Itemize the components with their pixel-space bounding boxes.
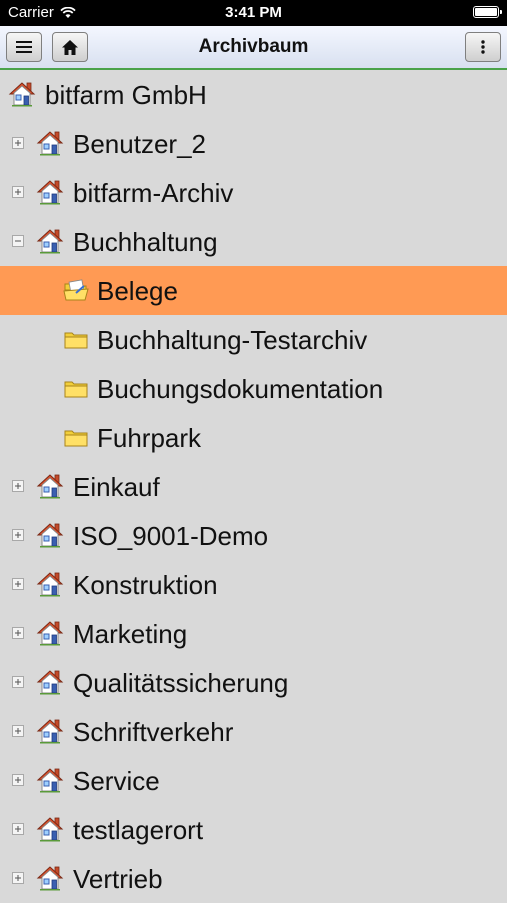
expand-plus-icon[interactable] [12,676,24,688]
house-icon [8,80,36,108]
house-icon [36,766,64,794]
house-icon [36,815,64,843]
tree-item-label: Benutzer_2 [73,129,206,159]
status-bar: Carrier 3:41 PM [0,0,507,26]
navigation-bar: Archivbaum [0,26,507,70]
page-title: Archivbaum [198,36,309,57]
tree-item-label: Qualitätssicherung [73,668,289,698]
tree-item-einkauf[interactable]: Einkauf [0,462,507,511]
house-icon [36,570,64,598]
tree-item-benutzer-2[interactable]: Benutzer_2 [0,119,507,168]
tree-item-belege[interactable]: Belege [0,266,507,315]
archive-tree: bitfarm GmbH Benutzer_2 bitfarm-Archiv B… [0,70,507,903]
tree-item-label: Einkauf [73,472,160,502]
tree-item-label: Buchhaltung-Testarchiv [97,325,368,355]
more-options-button[interactable] [465,32,501,62]
expand-plus-icon[interactable] [12,480,24,492]
house-icon [36,864,64,892]
tree-item-label: Fuhrpark [97,423,202,453]
house-icon [36,178,64,206]
battery-icon [473,6,502,18]
tree-item-buchhaltung-testarchiv[interactable]: Buchhaltung-Testarchiv [0,315,507,364]
tree-item-schriftverkehr[interactable]: Schriftverkehr [0,707,507,756]
tree-item-service[interactable]: Service [0,756,507,805]
tree-item-label: testlagerort [73,815,204,845]
tree-item-label: bitfarm GmbH [45,80,207,110]
expand-plus-icon[interactable] [12,627,24,639]
tree-item-testlagerort[interactable]: testlagerort [0,805,507,854]
expand-plus-icon[interactable] [12,725,24,737]
house-icon [36,521,64,549]
tree-item-label: Schriftverkehr [73,717,234,747]
expand-plus-icon[interactable] [12,137,24,149]
house-icon [36,227,64,255]
expand-plus-icon[interactable] [12,823,24,835]
tree-item-label: ISO_9001-Demo [73,521,269,551]
tree-item-buchhaltung[interactable]: Buchhaltung [0,217,507,266]
more-vertical-icon [481,40,485,54]
house-icon [36,619,64,647]
tree-item-label: Buchungsdokumentation [97,374,384,404]
tree-item-bitfarm-archiv[interactable]: bitfarm-Archiv [0,168,507,217]
tree-item-label: bitfarm-Archiv [73,178,234,208]
collapse-minus-icon[interactable] [12,235,24,247]
tree-item-fuhrpark[interactable]: Fuhrpark [0,413,507,462]
house-icon [36,472,64,500]
expand-plus-icon[interactable] [12,186,24,198]
tree-item-konstruktion[interactable]: Konstruktion [0,560,507,609]
expand-plus-icon[interactable] [12,529,24,541]
tree-item-marketing[interactable]: Marketing [0,609,507,658]
tree-item-label: Vertrieb [73,864,163,894]
folder-icon [62,423,90,451]
house-icon [36,668,64,696]
tree-item-label: Marketing [73,619,188,649]
tree-item-label: Buchhaltung [73,227,218,257]
tree-item-label: Service [73,766,160,796]
open-folder-icon [62,276,90,304]
tree-item-iso-9001-demo[interactable]: ISO_9001-Demo [0,511,507,560]
house-icon [36,129,64,157]
expand-plus-icon[interactable] [12,578,24,590]
tree-item-buchungsdokumentation[interactable]: Buchungsdokumentation [0,364,507,413]
tree-item-vertrieb[interactable]: Vertrieb [0,854,507,903]
folder-icon [62,374,90,402]
tree-root-bitfarm-gmbh[interactable]: bitfarm GmbH [0,70,507,119]
status-time: 3:41 PM [225,4,282,21]
tree-item-label: Konstruktion [73,570,218,600]
tree-item-qualitaetssicherung[interactable]: Qualitätssicherung [0,658,507,707]
expand-plus-icon[interactable] [12,774,24,786]
house-icon [36,717,64,745]
expand-plus-icon[interactable] [12,872,24,884]
tree-item-label: Belege [97,276,178,306]
folder-icon [62,325,90,353]
